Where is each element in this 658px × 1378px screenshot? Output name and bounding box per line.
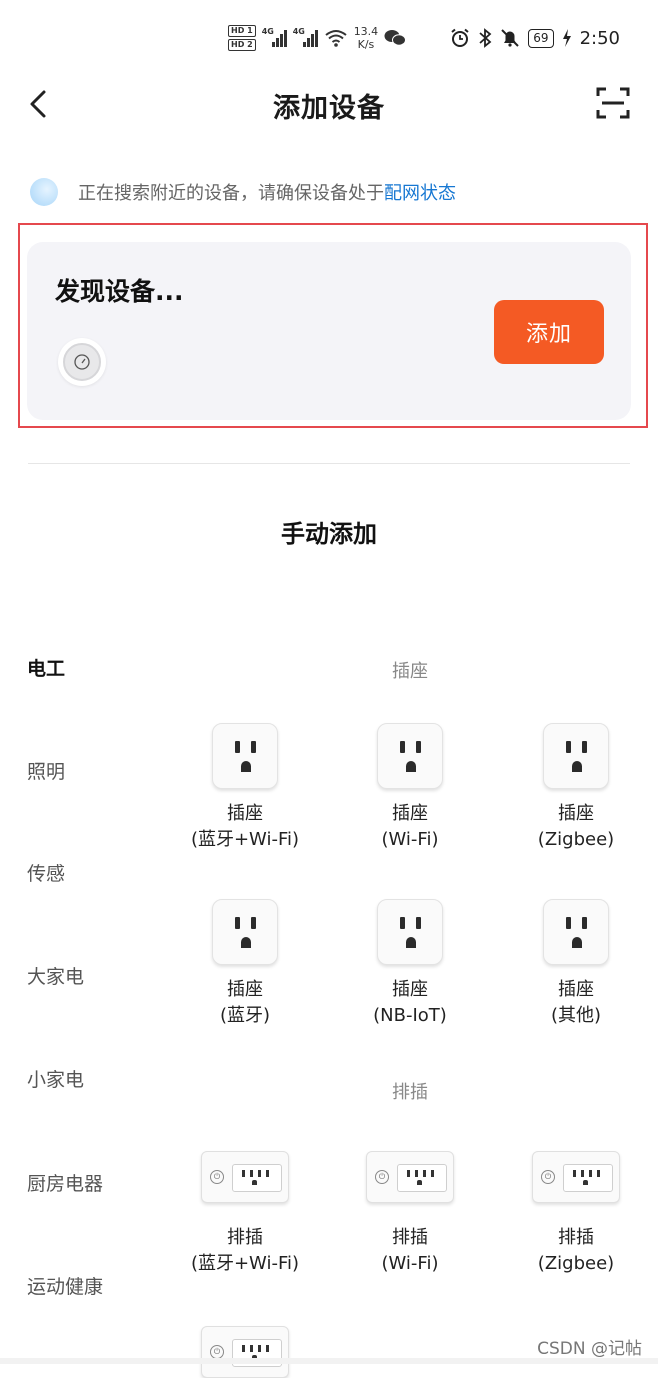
wechat-icon: [384, 30, 407, 46]
item-sub: (蓝牙+Wi-Fi): [190, 1253, 300, 1274]
signal-icon: 4G: [292, 27, 318, 47]
search-hint-text: 正在搜索附近的设备，请确保设备处于: [78, 183, 384, 204]
page-title: 添加设备: [273, 93, 385, 124]
category-large-appliance[interactable]: 大家电: [27, 962, 84, 989]
category-sport-health[interactable]: 运动健康: [27, 1272, 103, 1299]
battery-level: 69: [528, 28, 554, 48]
category-lighting[interactable]: 照明: [27, 757, 65, 784]
scan-button[interactable]: [596, 86, 630, 120]
item-name: 排插: [558, 1227, 594, 1248]
socket-icon: [212, 899, 278, 965]
power-strip-icon: ⏻: [201, 1151, 289, 1203]
item-name: 插座: [392, 979, 428, 1000]
charging-icon: [562, 29, 571, 47]
signal2-label: 4G: [292, 27, 305, 36]
item-name: 插座: [227, 979, 263, 1000]
signal1-label: 4G: [261, 27, 274, 36]
socket-icon: [377, 899, 443, 965]
discovered-device-thumbnail[interactable]: [58, 338, 106, 386]
item-name: 排插: [227, 1227, 263, 1248]
speed-value: 13.4: [353, 25, 379, 38]
divider: [28, 463, 630, 464]
power-strip-icon: ⏻: [532, 1151, 620, 1203]
pairing-state-link[interactable]: 配网状态: [384, 179, 456, 205]
status-right: 69 2:50: [450, 26, 620, 50]
clock: 2:50: [579, 27, 620, 49]
device-icon: [63, 343, 101, 381]
item-sub: (NB-IoT): [373, 1005, 447, 1026]
item-sub: (Wi-Fi): [381, 1253, 439, 1274]
device-item[interactable]: 插座 (其他): [501, 899, 651, 1029]
device-item[interactable]: 插座 (Zigbee): [501, 723, 651, 853]
section-title-socket: 插座: [392, 661, 428, 682]
socket-icon: [543, 723, 609, 789]
device-item[interactable]: 插座 (蓝牙): [170, 899, 320, 1029]
item-name: 插座: [558, 979, 594, 1000]
signal-icon: 4G: [261, 27, 287, 47]
section-title-power-strip: 排插: [392, 1082, 428, 1103]
bluetooth-icon: [479, 28, 492, 48]
item-name: 插座: [227, 803, 263, 824]
device-item[interactable]: 插座 (NB-IoT): [335, 899, 485, 1029]
scan-icon: [596, 87, 630, 119]
item-sub: (Zigbee): [537, 829, 615, 850]
discovered-device-card: 发现设备... 添加: [27, 242, 631, 420]
power-strip-icon: ⏻: [201, 1326, 289, 1378]
device-item[interactable]: ⏻ 排插 (Wi-Fi): [335, 1151, 485, 1277]
add-device-button[interactable]: 添加: [494, 300, 604, 364]
power-strip-icon: ⏻: [366, 1151, 454, 1203]
hd2-badge: HD 2: [228, 39, 256, 51]
socket-icon: [377, 723, 443, 789]
item-sub: (其他): [550, 1005, 602, 1026]
wifi-icon: [325, 30, 347, 47]
searching-icon: [30, 178, 58, 206]
item-sub: (蓝牙): [219, 1005, 271, 1026]
manual-add-title: 手动添加: [281, 520, 377, 548]
category-small-appliance[interactable]: 小家电: [27, 1065, 84, 1092]
item-name: 插座: [558, 803, 594, 824]
device-item[interactable]: ⏻: [170, 1326, 320, 1378]
mute-icon: [501, 29, 520, 47]
device-item[interactable]: ⏻ 排插 (蓝牙+Wi-Fi): [170, 1151, 320, 1277]
category-sensor[interactable]: 传感: [27, 859, 65, 886]
socket-icon: [212, 723, 278, 789]
category-electrical[interactable]: 电工: [27, 654, 65, 681]
watermark: CSDN @记帖: [537, 1339, 642, 1359]
hd-indicator: HD 1 HD 2: [228, 25, 256, 51]
app-header: 添加设备: [0, 70, 658, 142]
alarm-icon: [451, 28, 469, 47]
item-sub: (Zigbee): [537, 1253, 615, 1274]
category-kitchen[interactable]: 厨房电器: [27, 1169, 103, 1196]
bottom-edge: [0, 1358, 658, 1364]
device-item[interactable]: ⏻ 排插 (Zigbee): [501, 1151, 651, 1277]
item-sub: (Wi-Fi): [381, 829, 439, 850]
item-name: 插座: [392, 803, 428, 824]
hd1-badge: HD 1: [228, 25, 256, 37]
socket-icon: [543, 899, 609, 965]
item-name: 排插: [392, 1227, 428, 1248]
network-speed: 13.4 K/s: [354, 25, 379, 51]
device-item[interactable]: 插座 (蓝牙+Wi-Fi): [170, 723, 320, 853]
device-item[interactable]: 插座 (Wi-Fi): [335, 723, 485, 853]
discovered-title: 发现设备...: [55, 277, 184, 306]
status-left: HD 1 HD 2 4G 4G 13.4 K/s: [228, 22, 407, 54]
item-sub: (蓝牙+Wi-Fi): [190, 829, 300, 850]
search-hint: 正在搜索附近的设备，请确保设备处于 配网状态: [30, 176, 456, 208]
gauge-icon: [74, 354, 90, 370]
status-bar: HD 1 HD 2 4G 4G 13.4 K/s 69 2:50: [0, 0, 658, 70]
speed-unit: K/s: [357, 38, 375, 51]
